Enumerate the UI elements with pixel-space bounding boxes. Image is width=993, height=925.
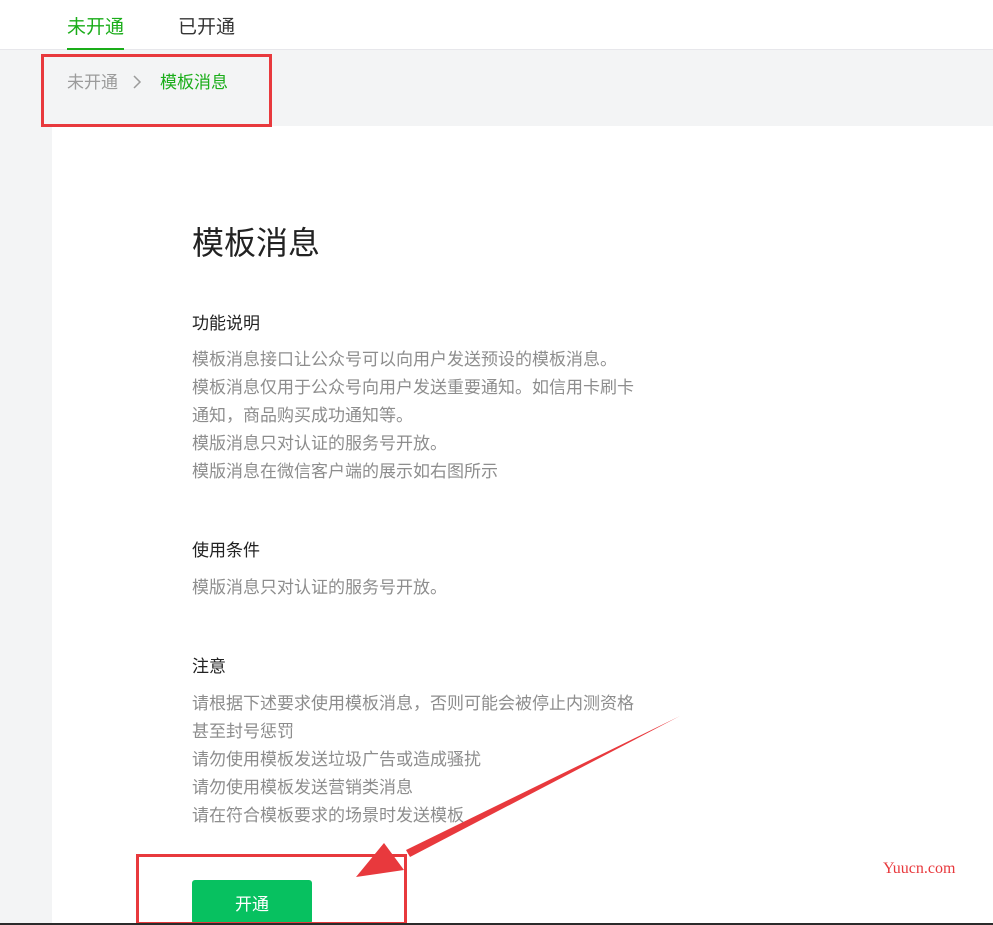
section-line: 模板消息仅用于公众号向用户发送重要通知。如信用卡刷卡: [192, 378, 634, 398]
left-gutter: [0, 126, 52, 925]
watermark: Yuucn.com: [883, 860, 956, 877]
section-line: 请在符合模板要求的场景时发送模板: [192, 806, 464, 826]
section-title-notice: 注意: [192, 657, 226, 677]
section-line: 请根据下述要求使用模板消息，否则可能会被停止内测资格: [192, 694, 634, 714]
page-title: 模板消息: [192, 224, 321, 262]
section-line: 请勿使用模板发送营销类消息: [192, 778, 413, 798]
annotation-box-button: [136, 854, 407, 925]
tab-not-opened[interactable]: 未开通: [67, 14, 125, 50]
section-line: 通知，商品购买成功通知等。: [192, 406, 413, 426]
section-line: 模版消息只对认证的服务号开放。: [192, 434, 447, 454]
section-title-conditions: 使用条件: [192, 541, 260, 561]
annotation-box-breadcrumb: [41, 54, 272, 127]
top-tab-bar: 未开通 已开通: [0, 0, 993, 50]
section-line: 请勿使用模板发送垃圾广告或造成骚扰: [192, 750, 481, 770]
section-line: 甚至封号惩罚: [192, 722, 294, 742]
tab-opened[interactable]: 已开通: [178, 14, 235, 48]
section-line: 模版消息只对认证的服务号开放。: [192, 578, 447, 598]
section-line: 模版消息在微信客户端的展示如右图所示: [192, 462, 498, 482]
section-line: 模板消息接口让公众号可以向用户发送预设的模板消息。: [192, 350, 617, 370]
section-title-feature: 功能说明: [192, 314, 260, 334]
